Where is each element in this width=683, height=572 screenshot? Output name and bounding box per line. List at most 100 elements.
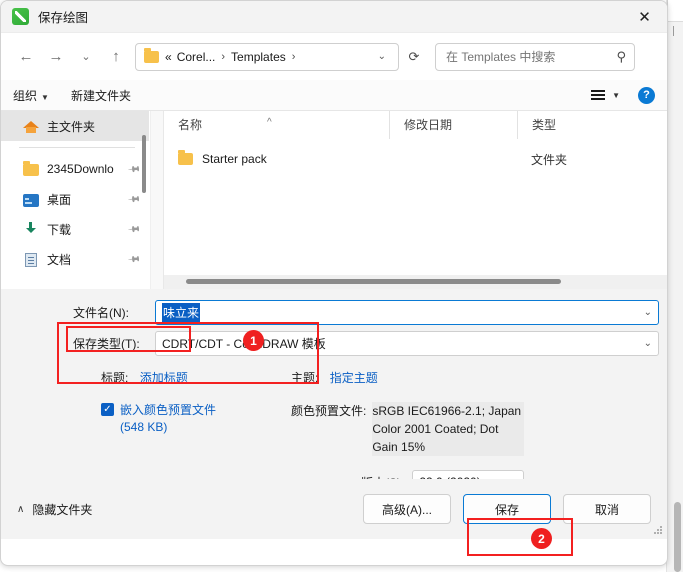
folder-icon (178, 150, 193, 165)
sidebar-item-label: 主文件夹 (47, 119, 96, 134)
download-icon (23, 221, 39, 237)
dialog-footer: ∧ 隐藏文件夹 高级(A)... 保存 取消 (1, 479, 667, 539)
hide-folders-toggle[interactable]: ∧ 隐藏文件夹 (17, 501, 92, 518)
file-list-horizontal-scrollbar[interactable] (164, 275, 667, 289)
subject-meta-label: 主题: (291, 371, 319, 385)
sidebar-item-label: 桌面 (47, 192, 72, 207)
step-badge-2: 2 (531, 528, 552, 549)
breadcrumb-separator-2[interactable]: › (292, 51, 296, 63)
file-toolbar: 组织 ▼ 新建文件夹 ▼ ? (1, 80, 667, 111)
dialog-title: 保存绘图 (38, 11, 89, 25)
chevron-up-icon: ∧ (17, 503, 25, 515)
sidebar-divider (19, 147, 135, 148)
sidebar-item-label: 2345Downlo (47, 162, 114, 176)
filetype-label: 保存类型(T): (73, 336, 140, 351)
footer-button-group: 高级(A)... 保存 取消 (351, 494, 651, 524)
close-icon[interactable]: ✕ (622, 1, 667, 32)
search-input[interactable] (444, 48, 613, 65)
search-box[interactable]: ⚲ (435, 42, 635, 71)
sort-ascending-icon: ^ (267, 117, 272, 128)
new-folder-button[interactable]: 新建文件夹 (71, 87, 131, 104)
navigation-sidebar: 主文件夹 2345Downlo 🖈 桌面 🖈 下载 🖈 文档 🖈 (1, 111, 150, 289)
color-profile-value: sRGB IEC61966-2.1; Japan Color 2001 Coat… (372, 402, 525, 456)
breadcrumb[interactable]: « Corel... › Templates › ⌄ (135, 42, 399, 71)
refresh-icon[interactable]: ⟳ (401, 43, 427, 71)
up-icon[interactable]: ↑ (101, 42, 131, 72)
breadcrumb-item-templates[interactable]: Templates (231, 50, 286, 64)
file-list: 名称 ^ 修改日期 类型 Starter pack 文件夹 (164, 111, 667, 289)
column-header-name[interactable]: 名称 ^ (164, 111, 389, 139)
pin-icon[interactable]: 🖈 (124, 248, 144, 269)
background-tab (667, 0, 683, 22)
advanced-button[interactable]: 高级(A)... (363, 494, 451, 524)
pin-icon[interactable]: 🖈 (124, 188, 144, 209)
embed-profile-label[interactable]: 嵌入颜色预置文件 (548 KB) (120, 402, 238, 436)
sidebar-item-desktop[interactable]: 桌面 🖈 (1, 184, 149, 214)
dialog-titlebar: 保存绘图 ✕ (1, 1, 667, 33)
embed-profile-checkbox-row[interactable]: ✓ 嵌入颜色预置文件 (548 KB) (101, 402, 291, 436)
help-icon[interactable]: ? (638, 86, 655, 104)
toolbar-right-group: ▼ ? (591, 86, 655, 104)
color-profile-row: 颜色预置文件: sRGB IEC61966-2.1; Japan Color 2… (291, 402, 621, 456)
embed-profile-checkbox[interactable]: ✓ (101, 403, 114, 416)
organize-button[interactable]: 组织 ▼ (13, 87, 49, 104)
back-icon[interactable]: ← (11, 42, 41, 72)
background-window-strip (666, 0, 683, 572)
column-header-row: 名称 ^ 修改日期 类型 (164, 111, 667, 140)
add-title-link[interactable]: 添加标题 (140, 371, 188, 385)
chevron-down-icon[interactable]: ⌄ (370, 51, 394, 62)
step-badge-1: 1 (243, 330, 264, 351)
background-text-cursor (673, 26, 674, 36)
filename-input[interactable]: 味立来 ⌄ (155, 299, 659, 325)
sidebar-scrollbar[interactable] (142, 135, 146, 193)
filename-row: 文件名(N): 味立来 ⌄ (1, 299, 667, 325)
specify-subject-link[interactable]: 指定主题 (330, 371, 378, 385)
folder-icon (144, 48, 159, 63)
metadata-profile-row: ✓ 嵌入颜色预置文件 (548 KB) 颜色预置文件: sRGB IEC6196… (1, 386, 667, 494)
sidebar-item-documents[interactable]: 文档 🖈 (1, 244, 149, 274)
save-drawing-dialog: 保存绘图 ✕ ← → ⌄ ↑ « Corel... › Templates › … (0, 0, 668, 566)
sidebar-item-downloads[interactable]: 下载 🖈 (1, 214, 149, 244)
breadcrumb-prefix: « (165, 49, 172, 64)
save-options-panel: 文件名(N): 味立来 ⌄ 保存类型(T): CDRT/CDT - CorelD… (1, 289, 667, 539)
recent-locations-icon[interactable]: ⌄ (71, 42, 101, 72)
pin-icon[interactable]: 🖈 (124, 158, 144, 179)
forward-icon[interactable]: → (41, 42, 71, 72)
browser-content: 主文件夹 2345Downlo 🖈 桌面 🖈 下载 🖈 文档 🖈 名称 ^ 修改… (1, 111, 667, 289)
sidebar-item-label: 下载 (47, 222, 72, 237)
resize-grip[interactable] (654, 526, 663, 535)
title-meta-label: 标题: (101, 371, 129, 385)
column-header-date[interactable]: 修改日期 (389, 111, 517, 139)
breadcrumb-separator-1[interactable]: › (221, 51, 225, 63)
background-scrollbar (674, 502, 681, 572)
filetype-select[interactable]: CDRT/CDT - CorelDRAW 模板 ⌄ (155, 330, 659, 356)
subject-meta-group: 主题: 指定主题 (291, 369, 621, 386)
metadata-title-row: 标题: 添加标题 主题: 指定主题 (1, 369, 667, 386)
chevron-down-icon[interactable]: ⌄ (638, 338, 652, 349)
desktop-icon (23, 193, 39, 207)
coreldraw-icon (12, 8, 29, 25)
cancel-button[interactable]: 取消 (563, 494, 651, 524)
view-options-icon[interactable] (591, 88, 606, 102)
table-row[interactable]: Starter pack 文件夹 (164, 145, 667, 173)
organize-label: 组织 (13, 88, 38, 103)
scrollbar-thumb[interactable] (186, 279, 561, 284)
pin-icon[interactable]: 🖈 (124, 218, 144, 239)
search-icon: ⚲ (616, 48, 626, 64)
breadcrumb-item-corel[interactable]: Corel... (177, 50, 216, 64)
metadata-section: 标题: 添加标题 主题: 指定主题 ✓ 嵌入颜色预置文件 (548 KB) 颜色… (1, 361, 667, 494)
file-name-cell[interactable]: Starter pack (164, 150, 389, 166)
column-header-name-label: 名称 (178, 118, 203, 132)
filename-value: 味立来 (162, 302, 201, 322)
color-profile-group: 颜色预置文件: sRGB IEC61966-2.1; Japan Color 2… (291, 386, 621, 494)
save-button[interactable]: 保存 (463, 494, 551, 524)
sidebar-item-label: 文档 (47, 252, 72, 267)
chevron-down-icon[interactable]: ⌄ (638, 307, 652, 318)
pane-splitter[interactable] (150, 111, 164, 289)
chevron-down-icon[interactable]: ▼ (612, 91, 620, 100)
chevron-down-icon: ▼ (41, 92, 49, 102)
column-header-type[interactable]: 类型 (517, 111, 637, 139)
sidebar-item-home[interactable]: 主文件夹 (1, 111, 149, 141)
file-type-cell: 文件夹 (531, 152, 568, 167)
sidebar-item-2345download[interactable]: 2345Downlo 🖈 (1, 154, 149, 184)
